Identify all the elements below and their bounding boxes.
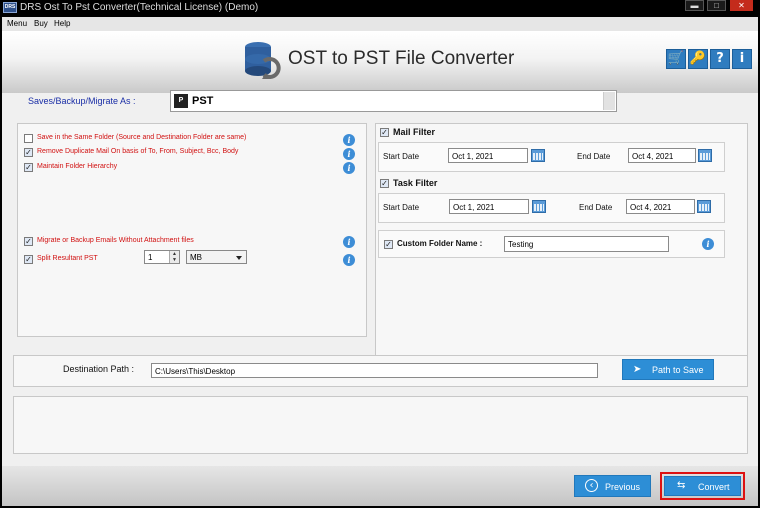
calendar-icon[interactable] <box>697 200 711 213</box>
chevron-down-icon <box>236 256 242 260</box>
minimize-button[interactable]: ▬ <box>685 0 704 11</box>
filters-panel: ✓ Mail Filter Start Date Oct 1, 2021 End… <box>375 123 748 363</box>
app-title: OST to PST File Converter <box>288 48 515 69</box>
option-label: Split Resultant PST <box>37 255 98 262</box>
previous-label: Previous <box>605 482 641 492</box>
destination-panel: Destination Path : C:\Users\This\Desktop… <box>13 355 748 387</box>
split-unit-select[interactable]: MB <box>186 250 247 264</box>
format-dropdown-arrow[interactable] <box>603 92 615 110</box>
task-filter-title: Task Filter <box>393 178 438 188</box>
info-icon[interactable]: i <box>343 134 355 146</box>
checkbox-custom-folder[interactable]: ✓ <box>384 240 393 249</box>
info-icon[interactable]: i <box>343 162 355 174</box>
option-label: Migrate or Backup Emails Without Attachm… <box>37 237 194 244</box>
path-to-save-label: Path to Save <box>652 365 704 375</box>
task-start-date-input[interactable]: Oct 1, 2021 <box>449 199 529 214</box>
info-icon[interactable]: i <box>343 254 355 266</box>
mail-filter-box: Start Date Oct 1, 2021 End Date Oct 4, 2… <box>378 142 725 172</box>
info-icon[interactable]: i <box>702 238 714 250</box>
checkbox-remove-duplicate[interactable]: ✓ <box>24 148 33 157</box>
help-icon[interactable]: ? <box>710 49 730 69</box>
format-value: PST <box>192 95 214 107</box>
mail-end-date-input[interactable]: Oct 4, 2021 <box>628 148 696 163</box>
task-start-label: Start Date <box>383 203 420 212</box>
calendar-icon[interactable] <box>532 200 546 213</box>
key-icon[interactable]: 🔑 <box>688 49 708 69</box>
info-icon[interactable]: i <box>343 236 355 248</box>
pst-icon: P <box>174 94 188 108</box>
title-bar: DRS DRS Ost To Pst Converter(Technical L… <box>0 0 760 17</box>
options-panel: Save in the Same Folder (Source and Dest… <box>17 123 367 337</box>
swap-arrows-icon: ⇆ <box>677 480 686 491</box>
custom-folder-title: Custom Folder Name : <box>397 239 483 248</box>
task-filter-box: Start Date Oct 1, 2021 End Date Oct 4, 2… <box>378 193 725 223</box>
previous-button[interactable]: ‹ Previous <box>574 475 651 497</box>
stepper-buttons[interactable]: ▲ ▼ <box>169 251 179 263</box>
split-unit-value: MB <box>190 253 202 262</box>
circle-left-icon: ‹ <box>585 479 598 492</box>
format-select[interactable]: P PST <box>170 90 617 112</box>
window-title: DRS Ost To Pst Converter(Technical Licen… <box>20 2 259 13</box>
database-logo-icon <box>245 42 281 79</box>
task-end-label: End Date <box>579 203 613 212</box>
checkbox-mail-filter[interactable]: ✓ <box>380 128 389 137</box>
mail-start-label: Start Date <box>383 152 420 161</box>
checkbox-same-folder[interactable] <box>24 134 33 143</box>
option-label: Save in the Same Folder (Source and Dest… <box>37 134 247 141</box>
log-area <box>13 396 748 454</box>
destination-path-label: Destination Path : <box>63 364 135 374</box>
split-size-stepper[interactable]: 1 ▲ ▼ <box>144 250 180 264</box>
spin-down-icon[interactable]: ▼ <box>170 257 179 263</box>
option-label: Remove Duplicate Mail On basis of To, Fr… <box>37 148 239 155</box>
custom-folder-input[interactable]: Testing <box>504 236 669 252</box>
checkbox-folder-hierarchy[interactable]: ✓ <box>24 163 33 172</box>
calendar-icon[interactable] <box>531 149 545 162</box>
convert-button[interactable]: ⇆ Convert <box>664 476 741 496</box>
send-arrow-icon: ➤ <box>633 364 642 375</box>
task-end-date-input[interactable]: Oct 4, 2021 <box>626 199 695 214</box>
convert-label: Convert <box>698 482 730 492</box>
destination-path-input[interactable]: C:\Users\This\Desktop <box>151 363 598 378</box>
option-label: Maintain Folder Hierarchy <box>37 163 118 170</box>
mail-filter-title: Mail Filter <box>393 127 436 137</box>
checkbox-split-pst[interactable]: ✓ <box>24 255 33 264</box>
path-to-save-button[interactable]: ➤ Path to Save <box>622 359 714 380</box>
calendar-icon[interactable] <box>698 149 712 162</box>
saves-as-label: Saves/Backup/Migrate As : <box>28 96 136 106</box>
menu-item-menu[interactable]: Menu <box>7 19 27 28</box>
checkbox-task-filter[interactable]: ✓ <box>380 179 389 188</box>
app-window: Menu Buy Help OST to PST File Converter … <box>2 17 758 506</box>
info-icon[interactable]: i <box>343 148 355 160</box>
checkbox-no-attachment[interactable]: ✓ <box>24 237 33 246</box>
cart-icon[interactable]: 🛒 <box>666 49 686 69</box>
menu-item-buy[interactable]: Buy <box>34 19 48 28</box>
info-icon[interactable]: i <box>732 49 752 69</box>
mail-end-label: End Date <box>577 152 611 161</box>
app-icon: DRS <box>3 2 17 13</box>
menu-item-help[interactable]: Help <box>54 19 70 28</box>
maximize-button[interactable]: □ <box>707 0 726 11</box>
custom-folder-box: ✓ Custom Folder Name : Testing i <box>378 230 725 258</box>
mail-start-date-input[interactable]: Oct 1, 2021 <box>448 148 528 163</box>
menu-bar: Menu Buy Help <box>2 17 758 31</box>
close-button[interactable]: ✕ <box>730 0 753 11</box>
split-size-value: 1 <box>148 253 153 262</box>
header: OST to PST File Converter 🛒 🔑 ? i <box>2 31 758 93</box>
